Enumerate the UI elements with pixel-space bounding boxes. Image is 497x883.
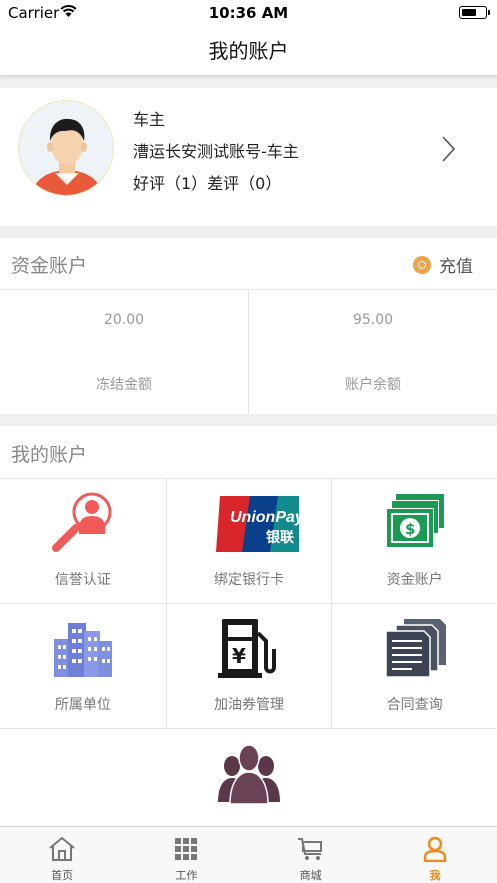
tab-label: 商城 (299, 869, 322, 882)
grid-icon (175, 838, 198, 860)
recharge-button[interactable]: 充值 (413, 252, 473, 277)
fuel-pump-icon: ¥ (218, 619, 276, 678)
tab-label: 我 (429, 869, 441, 882)
account-name: 漕运长安测试账号-车主 (133, 142, 299, 161)
section-title: 我的账户 (11, 444, 88, 466)
coin-icon (413, 255, 431, 274)
grid-item-bind-bank-card[interactable]: UnionPay 银联 绑定银行卡 (165, 479, 332, 603)
chevron-right-icon[interactable] (436, 134, 460, 164)
svg-text:UnionPay: UnionPay (230, 509, 299, 526)
documents-icon (384, 619, 446, 678)
tab-label: 工作 (175, 869, 198, 882)
balance-cell[interactable]: 95.00 账户余额 (248, 290, 497, 414)
grid-item-credit[interactable]: 信誉认证 (0, 479, 166, 603)
status-bar: Carrier 10:36 AM (0, 0, 497, 26)
my-account-header: 我的账户 (0, 426, 497, 479)
svg-text:¥: ¥ (232, 644, 246, 668)
capital-header: 资金账户 充值 (0, 238, 497, 290)
section-title: 资金账户 (11, 255, 88, 277)
grid-item-capital-account[interactable]: $ 资金账户 (331, 479, 497, 603)
frozen-amount-label: 冻结金额 (96, 377, 152, 393)
grid-item-label: 资金账户 (386, 572, 443, 588)
home-icon (49, 836, 75, 861)
tab-mall[interactable]: 商城 (249, 827, 373, 883)
unionpay-icon: UnionPay 银联 (216, 496, 299, 552)
grid-item-label: 绑定银行卡 (214, 572, 284, 588)
grid-item-label: 合同查询 (386, 697, 443, 713)
tab-me[interactable]: 我 (373, 827, 497, 883)
cart-icon (297, 838, 322, 860)
buildings-icon (53, 623, 112, 677)
capital-account-section: 资金账户 充值 20.00 冻结金额 95.00 账户余额 (0, 238, 497, 414)
team-icon (217, 744, 280, 805)
credit-search-icon (51, 492, 112, 552)
avatar-person-icon (31, 118, 103, 195)
grid-item-label: 所属单位 (54, 697, 111, 713)
user-name: 车主 (133, 110, 166, 129)
svg-text:$: $ (405, 520, 415, 538)
tab-label: 首页 (51, 869, 74, 882)
tab-home[interactable]: 首页 (0, 827, 124, 883)
money-stack-icon: $ (385, 494, 444, 548)
battery-icon (459, 6, 490, 19)
tab-work[interactable]: 工作 (124, 827, 248, 883)
page-title: 我的账户 (208, 39, 289, 63)
recharge-label: 充值 (439, 257, 473, 277)
navigation-bar: 我的账户 (0, 26, 497, 76)
person-icon (423, 836, 447, 862)
svg-text:银联: 银联 (266, 529, 295, 546)
balance-value: 95.00 (352, 312, 394, 328)
grid-item-fuel-coupons[interactable]: ¥ 加油券管理 (165, 604, 332, 728)
tab-bar: 首页 工作 商城 我 (0, 826, 497, 883)
balance-label: 账户余额 (345, 377, 401, 393)
rating-summary: 好评（1）差评（0） (133, 174, 282, 193)
avatar (18, 100, 114, 196)
my-account-section: 我的账户 信誉认证 UnionPay 银联 绑定银行卡 $ 资金账户 所属单位 … (0, 426, 497, 826)
account-grid: 信誉认证 UnionPay 银联 绑定银行卡 $ 资金账户 所属单位 ¥ 加油券… (0, 479, 497, 854)
grid-item-label: 信誉认证 (54, 572, 111, 588)
grid-item-affiliated-unit[interactable]: 所属单位 (0, 604, 166, 728)
frozen-amount-cell[interactable]: 20.00 冻结金额 (0, 290, 248, 414)
grid-item-contract-query[interactable]: 合同查询 (331, 604, 497, 728)
profile-card[interactable]: 车主 漕运长安测试账号-车主 好评（1）差评（0） (0, 88, 497, 226)
frozen-amount-value: 20.00 (103, 312, 145, 328)
status-time: 10:36 AM (208, 4, 289, 22)
grid-item-label: 加油券管理 (214, 697, 284, 713)
